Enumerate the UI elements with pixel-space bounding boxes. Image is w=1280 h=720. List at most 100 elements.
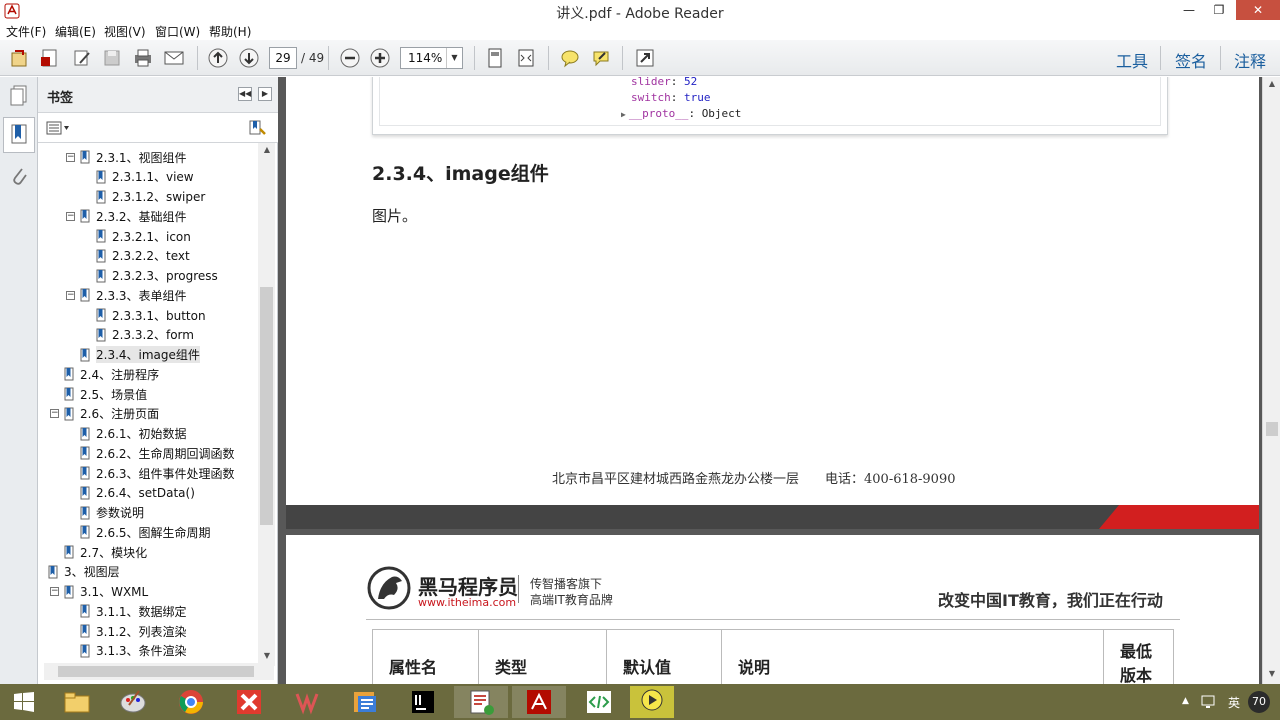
- tab-comment[interactable]: 注释: [1234, 48, 1266, 72]
- collapse-panel-icon[interactable]: ◀◀: [238, 87, 252, 101]
- taskbar-editor[interactable]: [454, 686, 508, 718]
- toolbar-separator: [622, 46, 623, 70]
- bookmark-item[interactable]: 参数说明: [80, 503, 144, 523]
- menu-help[interactable]: 帮助(H): [209, 23, 251, 40]
- document-view[interactable]: slider: 52 switch: true ▶ __proto__: Obje…: [278, 77, 1262, 684]
- bookmark-item[interactable]: 2.6.1、初始数据: [80, 424, 187, 444]
- menu-window[interactable]: 窗口(W): [155, 23, 200, 40]
- close-button[interactable]: ✕: [1236, 0, 1280, 20]
- page-number-input[interactable]: 29: [269, 47, 297, 69]
- scroll-down-arrow-icon[interactable]: ▼: [258, 651, 276, 660]
- taskbar-wps[interactable]: [280, 686, 334, 718]
- scroll-up-arrow-icon[interactable]: ▲: [258, 145, 276, 154]
- bookmark-item[interactable]: 2.4、注册程序: [64, 364, 159, 384]
- options-menu-icon[interactable]: [46, 121, 70, 135]
- taskbar-presentation[interactable]: [338, 686, 392, 718]
- taskbar-xmind[interactable]: [222, 686, 276, 718]
- bookmark-item[interactable]: 2.3.3.1、button: [96, 305, 206, 325]
- bookmark-item[interactable]: − 2.3.1、视图组件: [66, 147, 187, 167]
- menu-view[interactable]: 视图(V): [104, 23, 146, 40]
- page-thumbnails-button[interactable]: [6, 83, 32, 109]
- find-bookmark-icon[interactable]: [248, 119, 268, 137]
- maximize-button[interactable]: ❐: [1204, 0, 1234, 20]
- menu-edit[interactable]: 编辑(E): [55, 23, 96, 40]
- bookmark-item[interactable]: −3、视图层: [44, 562, 120, 582]
- bookmark-item[interactable]: 2.3.4、image组件: [80, 345, 200, 365]
- bookmark-item[interactable]: 2.3.1.1、view: [96, 167, 194, 187]
- previous-page-button[interactable]: [206, 46, 230, 70]
- scroll-up-arrow-icon[interactable]: ▲: [1263, 79, 1280, 88]
- edit-button[interactable]: [70, 46, 94, 70]
- zoom-select[interactable]: 114% ▼: [400, 47, 463, 69]
- network-icon[interactable]: [1200, 694, 1216, 710]
- bookmark-item[interactable]: 2.3.2.3、progress: [96, 266, 218, 286]
- expand-panel-icon[interactable]: ▶: [258, 87, 272, 101]
- tab-tools[interactable]: 工具: [1116, 48, 1148, 72]
- create-pdf-button[interactable]: [38, 46, 62, 70]
- bookmark-item[interactable]: 3.1.1、数据绑定: [80, 601, 187, 621]
- bookmark-label: 2.3.3、表单组件: [96, 288, 187, 303]
- save-button[interactable]: [100, 46, 124, 70]
- bookmark-item[interactable]: 2.6.4、setData(): [80, 483, 195, 503]
- taskbar-chrome[interactable]: [164, 686, 218, 718]
- bookmark-item[interactable]: − 2.6、注册页面: [50, 404, 159, 424]
- menu-file[interactable]: 文件(F): [6, 23, 46, 40]
- bookmark-item[interactable]: 2.3.1.2、swiper: [96, 187, 205, 207]
- collapse-toggle-icon[interactable]: −: [66, 211, 75, 221]
- minimize-button[interactable]: —: [1174, 0, 1204, 20]
- bookmark-item[interactable]: 2.6.3、组件事件处理函数: [80, 463, 235, 483]
- scroll-thumb[interactable]: [260, 287, 273, 525]
- scroll-thumb[interactable]: [58, 666, 254, 677]
- taskbar-file-explorer[interactable]: [50, 686, 104, 718]
- attachments-button[interactable]: [6, 163, 32, 189]
- bookmark-icon: [64, 367, 74, 381]
- document-vertical-scrollbar[interactable]: ▲ ▼: [1262, 77, 1280, 684]
- email-button[interactable]: [162, 46, 186, 70]
- taskbar-paint[interactable]: [106, 686, 160, 718]
- collapse-toggle-icon[interactable]: −: [50, 587, 59, 596]
- taskbar-media-player[interactable]: [630, 686, 674, 718]
- bookmark-label: 2.3.1、视图组件: [96, 150, 187, 165]
- scroll-thumb[interactable]: [1266, 422, 1278, 436]
- bookmark-item[interactable]: 2.3.2.1、icon: [96, 226, 191, 246]
- bookmark-label: 2.6、注册页面: [80, 407, 160, 422]
- bookmark-item[interactable]: 3.1.2、列表渲染: [80, 621, 187, 641]
- bookmarks-horizontal-scrollbar[interactable]: [44, 663, 274, 680]
- taskbar-adobe-reader[interactable]: [512, 686, 566, 718]
- fullscreen-button[interactable]: [633, 46, 657, 70]
- bookmark-item[interactable]: 2.6.2、生命周期回调函数: [80, 443, 235, 463]
- bookmark-item[interactable]: 3.1.3、条件渲染: [80, 641, 187, 661]
- collapse-toggle-icon[interactable]: −: [66, 290, 75, 300]
- open-button[interactable]: [8, 46, 32, 70]
- bookmark-item[interactable]: 2.3.2.2、text: [96, 246, 190, 266]
- collapse-toggle-icon[interactable]: −: [66, 152, 75, 162]
- fit-page-button[interactable]: [483, 46, 507, 70]
- bookmark-item[interactable]: 2.7、模块化: [64, 542, 147, 562]
- horse-logo-icon: [367, 566, 411, 610]
- bookmark-item[interactable]: 2.3.3.2、form: [96, 325, 194, 345]
- taskbar-intellij[interactable]: [396, 686, 450, 718]
- collapse-toggle-icon[interactable]: −: [50, 409, 59, 419]
- zoom-in-button[interactable]: [368, 46, 392, 70]
- input-language-indicator[interactable]: 英: [1228, 694, 1240, 711]
- fit-width-button[interactable]: [514, 46, 538, 70]
- notification-badge[interactable]: 70: [1248, 691, 1270, 713]
- tab-sign[interactable]: 签名: [1175, 48, 1207, 72]
- comment-button[interactable]: [558, 46, 582, 70]
- bookmarks-button[interactable]: [3, 117, 35, 153]
- taskbar-code-editor[interactable]: [572, 686, 626, 718]
- print-button[interactable]: [131, 46, 155, 70]
- bookmark-item[interactable]: − 3.1、WXML: [50, 582, 148, 602]
- bookmark-item[interactable]: 2.5、场景值: [64, 384, 147, 404]
- show-hidden-icons-icon[interactable]: ▲: [1182, 696, 1189, 706]
- scroll-down-arrow-icon[interactable]: ▼: [1263, 669, 1280, 678]
- chevron-down-icon[interactable]: ▼: [446, 48, 462, 68]
- bookmark-item[interactable]: − 2.3.2、基础组件: [66, 206, 187, 226]
- next-page-button[interactable]: [237, 46, 261, 70]
- bookmark-item[interactable]: 2.6.5、图解生命周期: [80, 522, 211, 542]
- start-button[interactable]: [0, 686, 48, 718]
- bookmarks-vertical-scrollbar[interactable]: ▲ ▼: [258, 143, 275, 666]
- zoom-out-button[interactable]: [338, 46, 362, 70]
- highlight-button[interactable]: [589, 46, 613, 70]
- bookmark-item[interactable]: − 2.3.3、表单组件: [66, 285, 187, 305]
